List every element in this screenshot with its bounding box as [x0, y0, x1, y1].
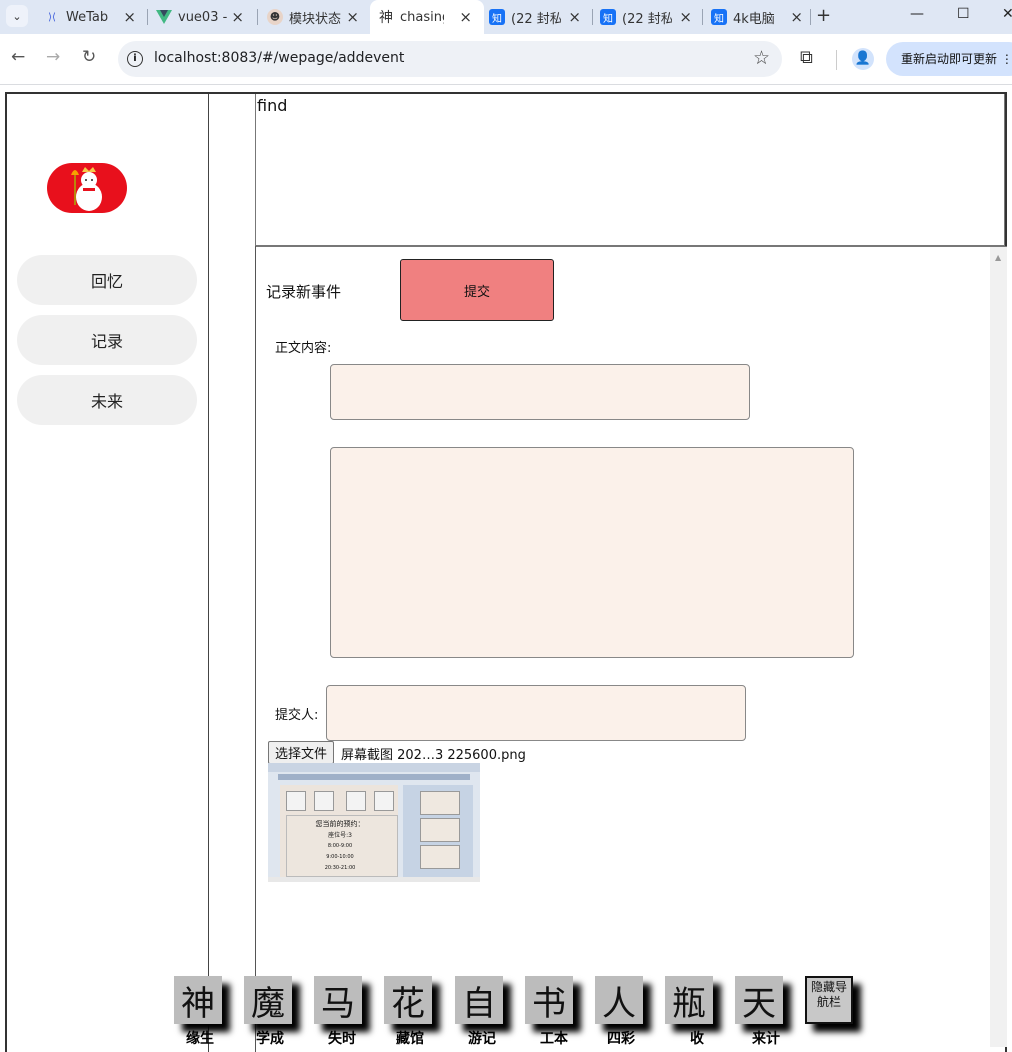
reload-icon[interactable]: ↻ [82, 47, 96, 67]
floatnav-canggguan[interactable]: 花 [384, 976, 432, 1024]
preview-time-2: 9:00-10:00 [326, 854, 354, 860]
sidebar-item-records[interactable]: 记录 [17, 315, 197, 365]
close-icon[interactable]: × [123, 8, 136, 26]
floatnav-label: 收 [690, 1031, 704, 1047]
new-tab-button[interactable]: + [816, 5, 831, 26]
tab-module-status[interactable]: ☻ 模块状态 × [267, 4, 363, 30]
find-text: find [257, 96, 288, 115]
floatnav-shou[interactable]: 瓶 [665, 976, 713, 1024]
floatnav-label: 失时 [328, 1031, 356, 1047]
update-button[interactable]: 重新启动即可更新 ⋮ [886, 42, 1012, 76]
extensions-icon[interactable]: ⧉ [800, 47, 813, 68]
zhihu-icon: 知 [600, 9, 616, 25]
preview-seat: 座位号:3 [328, 832, 352, 839]
close-window-icon[interactable]: ✕ [1002, 6, 1012, 22]
floatnav-label: 来计 [752, 1031, 780, 1047]
floatnav-gongben[interactable]: 书 [525, 976, 573, 1024]
demon-glyph-icon: 魔 [251, 983, 285, 1024]
sidebar: 回忆 记录 未来 [7, 94, 209, 1052]
close-icon[interactable]: × [790, 8, 803, 26]
submit-button[interactable]: 提交 [400, 259, 554, 321]
floatnav-label: 藏馆 [396, 1031, 424, 1047]
close-icon[interactable]: × [231, 8, 244, 26]
shen-icon: 神 [379, 10, 393, 26]
floatnav-shishi[interactable]: 马 [314, 976, 362, 1024]
sidebar-item-memories[interactable]: 回忆 [17, 255, 197, 305]
zhihu-icon: 知 [711, 9, 727, 25]
close-icon[interactable]: × [459, 8, 472, 26]
sky-glyph-icon: 天 [742, 983, 776, 1024]
tab-4k[interactable]: 知 4k电脑 × [711, 4, 807, 30]
url-text[interactable]: localhost:8083/#/wepage/addevent [154, 50, 404, 66]
submitter-input[interactable] [326, 685, 746, 741]
image-preview: 您当前的预约： 座位号:3 8:00-9:00 9:00-10:00 20:30… [268, 763, 480, 882]
tab-search-button[interactable]: ⌄ [6, 5, 28, 27]
address-bar[interactable]: i localhost:8083/#/wepage/addevent ☆ [118, 41, 782, 77]
avatar-icon: ☻ [267, 9, 283, 25]
zhihu-icon: 知 [489, 9, 505, 25]
vue-icon [156, 9, 172, 25]
minimize-icon[interactable]: — [910, 6, 924, 22]
add-event-form: 记录新事件 提交 正文内容: 提交人: 选择文件 屏幕截图 202…3 2256… [256, 246, 990, 1047]
floatnav-youji[interactable]: 自 [455, 976, 503, 1024]
wetab-icon: ⟩⟨ [48, 11, 56, 23]
floatnav-laiji[interactable]: 天 [735, 976, 783, 1024]
find-panel: find [255, 94, 1005, 246]
profile-avatar-icon[interactable]: 👤 [852, 48, 874, 70]
floatnav-xuecheng[interactable]: 魔 [244, 976, 292, 1024]
self-glyph-icon: 自 [462, 983, 496, 1024]
form-heading: 记录新事件 [266, 283, 342, 301]
content-textarea[interactable] [330, 447, 854, 658]
horse-glyph-icon: 马 [321, 983, 355, 1024]
tab-vue03[interactable]: vue03 - × [156, 4, 248, 30]
close-icon[interactable]: × [346, 8, 359, 26]
floatnav-label: 游记 [468, 1031, 496, 1047]
site-info-icon[interactable]: i [127, 51, 143, 67]
floatnav-label: 工本 [540, 1031, 568, 1047]
app-frame: 回忆 记录 未来 find 记录新事件 提交 正文内容: 提交人: 选择文件 屏… [5, 92, 1007, 1052]
scroll-up-icon[interactable]: ▲ [995, 253, 1001, 262]
preview-time-1: 8:00-9:00 [327, 843, 353, 849]
mascot-logo [47, 163, 127, 213]
tab-chasing[interactable]: 神 chasing × [370, 0, 484, 34]
forward-icon[interactable]: → [46, 47, 60, 67]
people-glyph-icon: 人 [602, 983, 636, 1024]
tab-wetab[interactable]: ⟩⟨ WeTab × [44, 4, 140, 30]
flower-glyph-icon: 花 [391, 983, 425, 1024]
close-icon[interactable]: × [568, 8, 581, 26]
hide-nav-button[interactable]: 隐藏导航栏 [805, 976, 853, 1024]
preview-title: 您当前的预约： [315, 820, 365, 828]
content-scrollbar[interactable]: ▲ [990, 246, 1007, 1047]
floatnav-yuansheng[interactable]: 神 [174, 976, 222, 1024]
tab-zhihu-1[interactable]: 知 (22 封私 × [489, 4, 585, 30]
tab-strip: ⌄ ⟩⟨ WeTab × vue03 - × ☻ 模块状态 × 神 chasin… [0, 0, 1012, 34]
back-icon[interactable]: ← [11, 47, 25, 67]
floatnav-label: 学成 [256, 1031, 284, 1047]
column-divider [208, 94, 256, 1052]
floatnav-label: 缘生 [186, 1031, 214, 1047]
title-input[interactable] [330, 364, 750, 420]
vase-glyph-icon: 瓶 [672, 983, 706, 1024]
preview-time-3: 20:30-21:00 [324, 865, 356, 871]
floatnav-sicai[interactable]: 人 [595, 976, 643, 1024]
book-glyph-icon: 书 [532, 983, 566, 1024]
choose-file-button[interactable]: 选择文件 [268, 741, 335, 764]
close-icon[interactable]: × [679, 8, 692, 26]
maximize-icon[interactable]: ☐ [957, 6, 970, 22]
bookmark-star-icon[interactable]: ☆ [753, 47, 770, 69]
submitter-label: 提交人: [275, 708, 319, 723]
shen-glyph-icon: 神 [181, 983, 215, 1024]
floatnav-label: 四彩 [607, 1031, 635, 1047]
tab-zhihu-2[interactable]: 知 (22 封私 × [600, 4, 696, 30]
sidebar-item-future[interactable]: 未来 [17, 375, 197, 425]
browser-toolbar: ← → ↻ i localhost:8083/#/wepage/addevent… [0, 34, 1012, 85]
file-name: 屏幕截图 202…3 225600.png [341, 748, 526, 763]
content-label: 正文内容: [275, 341, 332, 356]
